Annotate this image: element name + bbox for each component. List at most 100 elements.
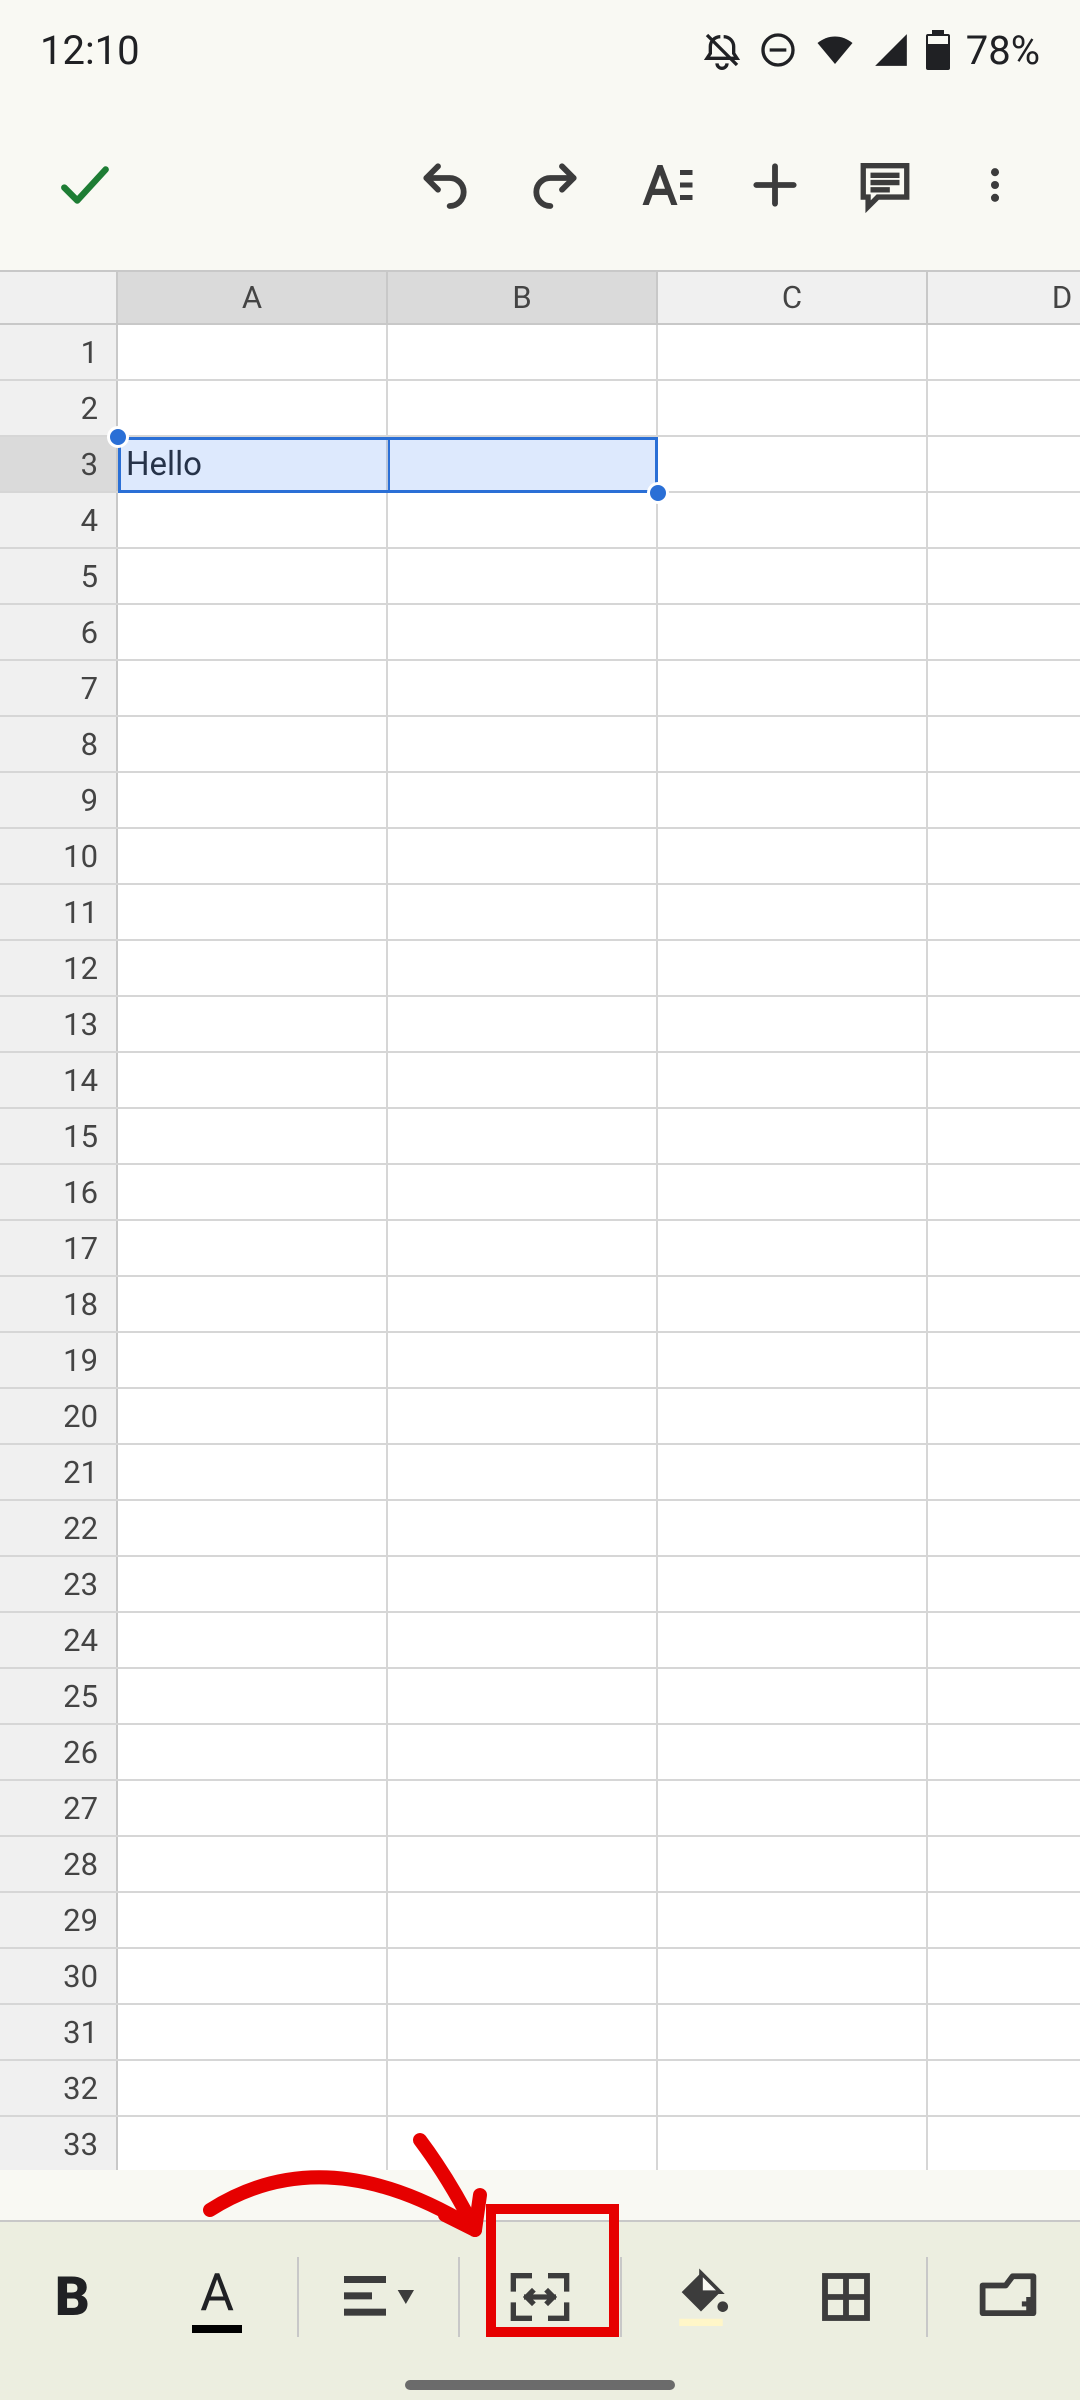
cell[interactable] bbox=[658, 997, 928, 1051]
cell[interactable] bbox=[658, 1837, 928, 1891]
cell[interactable] bbox=[388, 1837, 658, 1891]
borders-button[interactable] bbox=[781, 2242, 911, 2352]
cell[interactable] bbox=[928, 2117, 1080, 2170]
cell[interactable] bbox=[928, 381, 1080, 435]
cell[interactable] bbox=[658, 2117, 928, 2170]
cell[interactable] bbox=[388, 1389, 658, 1443]
row-header[interactable]: 33 bbox=[0, 2117, 118, 2170]
cell[interactable] bbox=[658, 381, 928, 435]
cell[interactable] bbox=[928, 885, 1080, 939]
selection-handle-tl[interactable] bbox=[107, 426, 129, 448]
cell[interactable] bbox=[658, 549, 928, 603]
cell[interactable] bbox=[118, 2061, 388, 2115]
cell[interactable] bbox=[928, 941, 1080, 995]
row-header[interactable]: 10 bbox=[0, 829, 118, 883]
cell[interactable] bbox=[118, 2005, 388, 2059]
row-header[interactable]: 12 bbox=[0, 941, 118, 995]
cell[interactable] bbox=[928, 1725, 1080, 1779]
cell[interactable] bbox=[928, 1893, 1080, 1947]
cell[interactable] bbox=[928, 1781, 1080, 1835]
cell[interactable] bbox=[388, 1109, 658, 1163]
cell[interactable] bbox=[658, 1277, 928, 1331]
cell[interactable] bbox=[658, 885, 928, 939]
cell[interactable] bbox=[118, 1669, 388, 1723]
cell[interactable] bbox=[388, 605, 658, 659]
cell[interactable] bbox=[388, 829, 658, 883]
cell[interactable] bbox=[118, 1389, 388, 1443]
home-indicator[interactable] bbox=[405, 2380, 675, 2390]
cell[interactable] bbox=[388, 1165, 658, 1219]
row-header[interactable]: 20 bbox=[0, 1389, 118, 1443]
more-button[interactable] bbox=[940, 130, 1050, 240]
row-header[interactable]: 18 bbox=[0, 1277, 118, 1331]
row-header[interactable]: 15 bbox=[0, 1109, 118, 1163]
cell[interactable] bbox=[928, 1333, 1080, 1387]
row-header[interactable]: 25 bbox=[0, 1669, 118, 1723]
cell[interactable] bbox=[928, 1165, 1080, 1219]
cell[interactable] bbox=[658, 493, 928, 547]
row-header[interactable]: 32 bbox=[0, 2061, 118, 2115]
cell[interactable] bbox=[118, 549, 388, 603]
cell[interactable] bbox=[928, 1613, 1080, 1667]
cell[interactable] bbox=[388, 1333, 658, 1387]
cell[interactable] bbox=[118, 1221, 388, 1275]
row-header[interactable]: 9 bbox=[0, 773, 118, 827]
row-header[interactable]: 11 bbox=[0, 885, 118, 939]
redo-button[interactable] bbox=[500, 130, 610, 240]
cell[interactable] bbox=[388, 325, 658, 379]
cell[interactable]: Hello bbox=[118, 437, 388, 491]
insert-button[interactable] bbox=[720, 130, 830, 240]
cell[interactable] bbox=[118, 1949, 388, 2003]
row-header[interactable]: 30 bbox=[0, 1949, 118, 2003]
cell[interactable] bbox=[118, 1053, 388, 1107]
cell[interactable] bbox=[658, 1053, 928, 1107]
cell[interactable] bbox=[118, 773, 388, 827]
cell[interactable] bbox=[118, 1501, 388, 1555]
cell[interactable] bbox=[388, 1221, 658, 1275]
column-header-B[interactable]: B bbox=[388, 272, 658, 323]
cell[interactable] bbox=[118, 829, 388, 883]
cell[interactable] bbox=[388, 885, 658, 939]
row-header[interactable]: 3 bbox=[0, 437, 118, 491]
cell[interactable] bbox=[658, 1445, 928, 1499]
cell[interactable] bbox=[388, 437, 658, 491]
cell[interactable] bbox=[388, 1501, 658, 1555]
cell[interactable] bbox=[118, 1613, 388, 1667]
cell[interactable] bbox=[658, 1165, 928, 1219]
cell[interactable] bbox=[388, 941, 658, 995]
cell[interactable] bbox=[658, 1893, 928, 1947]
cell[interactable] bbox=[928, 493, 1080, 547]
cell[interactable] bbox=[658, 437, 928, 491]
cell[interactable] bbox=[118, 1781, 388, 1835]
row-header[interactable]: 1 bbox=[0, 325, 118, 379]
cell[interactable] bbox=[658, 829, 928, 883]
row-header[interactable]: 29 bbox=[0, 1893, 118, 1947]
row-header[interactable]: 6 bbox=[0, 605, 118, 659]
row-header[interactable]: 7 bbox=[0, 661, 118, 715]
cell[interactable] bbox=[928, 1501, 1080, 1555]
text-format-button[interactable] bbox=[610, 130, 720, 240]
cell[interactable] bbox=[928, 605, 1080, 659]
cell[interactable] bbox=[118, 1893, 388, 1947]
cell[interactable] bbox=[928, 549, 1080, 603]
cell[interactable] bbox=[658, 1333, 928, 1387]
text-color-button[interactable]: A bbox=[152, 2242, 282, 2352]
cell[interactable] bbox=[118, 1165, 388, 1219]
cell[interactable] bbox=[388, 493, 658, 547]
cell[interactable] bbox=[118, 1109, 388, 1163]
cell[interactable] bbox=[118, 1557, 388, 1611]
selection-handle-br[interactable] bbox=[647, 482, 669, 504]
cell[interactable] bbox=[388, 661, 658, 715]
cell[interactable] bbox=[658, 1949, 928, 2003]
row-header[interactable]: 31 bbox=[0, 2005, 118, 2059]
cell[interactable] bbox=[388, 381, 658, 435]
row-header[interactable]: 26 bbox=[0, 1725, 118, 1779]
cell[interactable] bbox=[388, 2005, 658, 2059]
cell[interactable] bbox=[928, 1445, 1080, 1499]
cell[interactable] bbox=[388, 1949, 658, 2003]
cell[interactable] bbox=[118, 605, 388, 659]
cell[interactable] bbox=[118, 2117, 388, 2170]
cell[interactable] bbox=[658, 1109, 928, 1163]
cell[interactable] bbox=[118, 1837, 388, 1891]
cell[interactable] bbox=[118, 997, 388, 1051]
